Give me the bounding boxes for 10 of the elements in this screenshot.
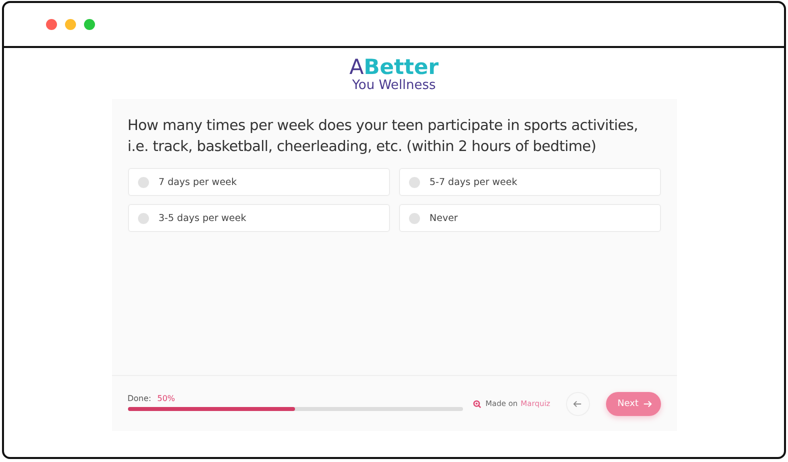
answer-option[interactable]: 7 days per week: [128, 168, 390, 196]
question-text: How many times per week does your teen participate in sports activities, i.e. track, basketball, cheerleading, etc. (within 2 hours of bedtime): [128, 117, 639, 157]
logo-subtitle: You Wellness: [352, 79, 436, 92]
answer-option[interactable]: Never: [398, 204, 660, 232]
logo-word: Better: [364, 57, 439, 78]
answer-option[interactable]: 3-5 days per week: [128, 204, 390, 232]
progress-label: Done:: [128, 394, 152, 403]
progress-value: 50%: [157, 394, 176, 403]
logo-letter: A: [349, 57, 364, 78]
answer-option[interactable]: 5-7 days per week: [398, 168, 660, 196]
